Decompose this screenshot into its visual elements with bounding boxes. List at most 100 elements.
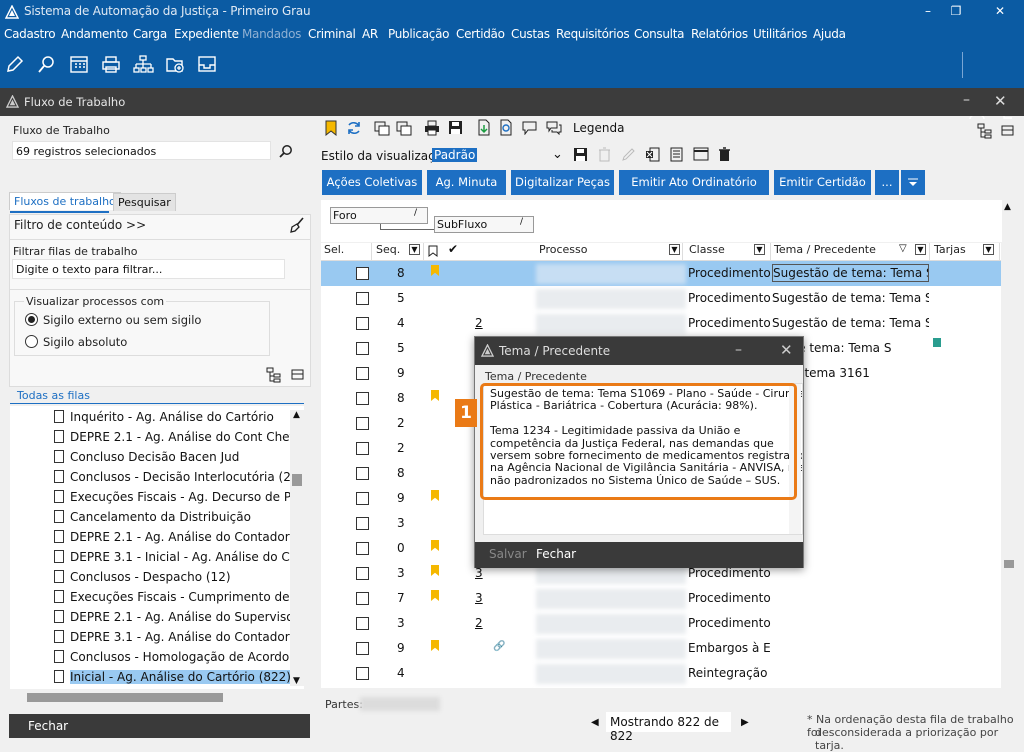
emitir-ato-button[interactable]: Emitir Ato Ordinatório (619, 170, 769, 195)
row-checkbox[interactable] (356, 292, 369, 305)
tree-item[interactable]: DEPRE 3.1 - Inicial - Ag. Análise do Con… (54, 550, 304, 570)
menu-item[interactable]: Relatórios (691, 27, 748, 41)
row-link[interactable]: 2 (475, 616, 483, 630)
trash-icon[interactable] (718, 147, 731, 162)
salvar-button[interactable]: Salvar (489, 547, 527, 561)
export-icon[interactable] (476, 119, 492, 136)
collapse-view-icon[interactable] (1001, 124, 1014, 137)
calendar-icon[interactable] (68, 54, 90, 74)
header-check-icon[interactable]: ✔ (448, 243, 458, 256)
header-sort-icon[interactable]: ▼ (983, 244, 994, 255)
tree-item[interactable]: DEPRE 3.1 - Ag. Análise do Contador (54, 630, 290, 650)
table-row[interactable]: 4 2 Procedimento Sugestão de tema: Tema S (321, 311, 1001, 336)
menu-item[interactable]: Expediente (174, 27, 239, 41)
menu-item[interactable]: Cadastro (4, 27, 56, 41)
tree-item[interactable]: Conclusos - Despacho (12) (54, 570, 231, 590)
row-checkbox[interactable] (356, 667, 369, 680)
broom-icon[interactable] (289, 217, 305, 233)
filtro-conteudo-toggle[interactable]: Filtro de conteúdo >> (14, 218, 146, 232)
chevron-down-icon[interactable]: ⌄ (552, 147, 563, 162)
tree-item[interactable]: Conclusos - Homologação de Acordo (54, 650, 289, 670)
fluxo-field[interactable]: 69 registros selecionados (12, 141, 271, 160)
tree-item[interactable]: Execuções Fiscais - Ag. Decurso de Prazo (54, 490, 304, 510)
row-checkbox[interactable] (356, 467, 369, 480)
grid-scroll-thumb[interactable] (1004, 560, 1014, 568)
row-checkbox[interactable] (356, 267, 369, 280)
fechar-button[interactable]: Fechar (536, 547, 576, 561)
estilo-select[interactable]: Padrão ⌄ (432, 147, 568, 165)
header-sel[interactable]: Sel. (324, 243, 372, 260)
menu-item[interactable]: Carga (133, 27, 167, 41)
todas-filas-label[interactable]: Todas as filas (17, 389, 90, 402)
digitalizar-pecas-button[interactable]: Digitalizar Peças (511, 170, 614, 195)
add-folder-icon[interactable] (164, 54, 186, 74)
filter-icon[interactable]: ▽ (899, 243, 907, 254)
tree-scroll-up-icon[interactable]: ▲ (293, 410, 300, 420)
tree-item[interactable]: DEPRE 2.1 - Ag. Análise do Cont Chefe - … (54, 430, 304, 450)
ag-minuta-button[interactable]: Ag. Minuta (427, 170, 506, 195)
row-checkbox[interactable] (356, 367, 369, 380)
search-doc-icon[interactable] (498, 119, 514, 136)
inbox-icon[interactable] (196, 54, 218, 74)
header-processo[interactable]: Processo (537, 243, 683, 260)
row-checkbox[interactable] (356, 442, 369, 455)
radio-sigilo-absoluto[interactable] (25, 335, 38, 348)
tab-pesquisar[interactable]: Pesquisar (113, 193, 176, 211)
group-chip-foro[interactable]: Foro / (330, 207, 428, 224)
bookmark-icon[interactable] (324, 120, 338, 136)
edit-view-icon[interactable] (621, 147, 636, 162)
grid-scrollbar[interactable] (1002, 200, 1016, 688)
table-row[interactable]: 4 Reintegração (321, 661, 1001, 686)
grid-scroll-up-icon[interactable]: ▲ (1004, 202, 1011, 212)
emitir-certidao-button[interactable]: Emitir Certidão (774, 170, 871, 195)
table-row[interactable]: 7 3 Procedimento (321, 586, 1001, 611)
save-view-icon[interactable] (573, 147, 588, 162)
menu-item[interactable]: AR (362, 27, 378, 41)
tree-view-icon[interactable] (977, 123, 993, 139)
document-icon[interactable] (670, 147, 683, 162)
row-link[interactable]: 2 (475, 316, 483, 330)
hierarchy-icon[interactable] (132, 54, 154, 74)
prev-page-icon[interactable]: ◀ (591, 717, 599, 728)
copy-window-icon[interactable] (374, 121, 390, 136)
group-chip-subfluxo[interactable]: SubFluxo / (434, 216, 534, 233)
delete-view-icon[interactable] (598, 147, 611, 162)
collapse-icon[interactable] (291, 368, 304, 381)
tree-item[interactable]: Concluso Decisão Bacen Jud (54, 450, 239, 470)
menu-item[interactable]: Ajuda (813, 27, 846, 41)
restore-icon[interactable]: ❐ (942, 1, 970, 21)
table-row[interactable]: 3 2 Procedimento (321, 611, 1001, 636)
header-sort-icon[interactable]: ▼ (754, 244, 765, 255)
tree-item[interactable]: DEPRE 2.1 - Ag. Análise do Contador - Ex (54, 530, 304, 550)
more-button[interactable]: ... (875, 170, 899, 195)
row-checkbox[interactable] (356, 392, 369, 405)
tree-item[interactable]: Cancelamento da Distribuição (54, 510, 251, 530)
excel-icon[interactable] (645, 147, 660, 162)
table-row[interactable]: 5 Procedimento Sugestão de tema: Tema S (321, 286, 1001, 311)
filtrar-filas-input[interactable]: Digite o texto para filtrar... (12, 259, 285, 279)
radio-sigilo-externo[interactable] (25, 313, 38, 326)
table-row[interactable]: 8 Procedimento Sugestão de tema: Tema S (321, 261, 1001, 286)
row-link[interactable]: 3 (475, 566, 483, 580)
more-dropdown-button[interactable] (901, 170, 925, 195)
comments-icon[interactable] (546, 121, 562, 135)
menu-item[interactable]: Custas (511, 27, 550, 41)
next-page-icon[interactable]: ▶ (741, 717, 749, 728)
table-row[interactable]: 9 🔗 Embargos à E (321, 636, 1001, 661)
duplicate-icon[interactable] (396, 121, 412, 136)
header-sort-icon[interactable]: ▼ (915, 244, 926, 255)
tab-fluxos[interactable]: Fluxos de trabalho (9, 192, 121, 210)
menu-item[interactable]: Consulta (634, 27, 684, 41)
row-checkbox[interactable] (356, 592, 369, 605)
row-checkbox[interactable] (356, 617, 369, 630)
window-view-icon[interactable] (693, 147, 709, 162)
close-icon[interactable]: ✕ (986, 1, 1014, 21)
row-checkbox[interactable] (356, 567, 369, 580)
tree-scroll-down-icon[interactable]: ▼ (293, 676, 300, 686)
menu-item[interactable]: Criminal (308, 27, 356, 41)
tree-item[interactable]: DEPRE 2.1 - Ag. Análise do Supervisor - … (54, 610, 304, 630)
close-icon[interactable]: ✕ (994, 92, 1007, 110)
row-checkbox[interactable] (356, 642, 369, 655)
tree-item[interactable]: Inicial - Ag. Análise do Cartório (822) (54, 670, 291, 689)
row-checkbox[interactable] (356, 317, 369, 330)
